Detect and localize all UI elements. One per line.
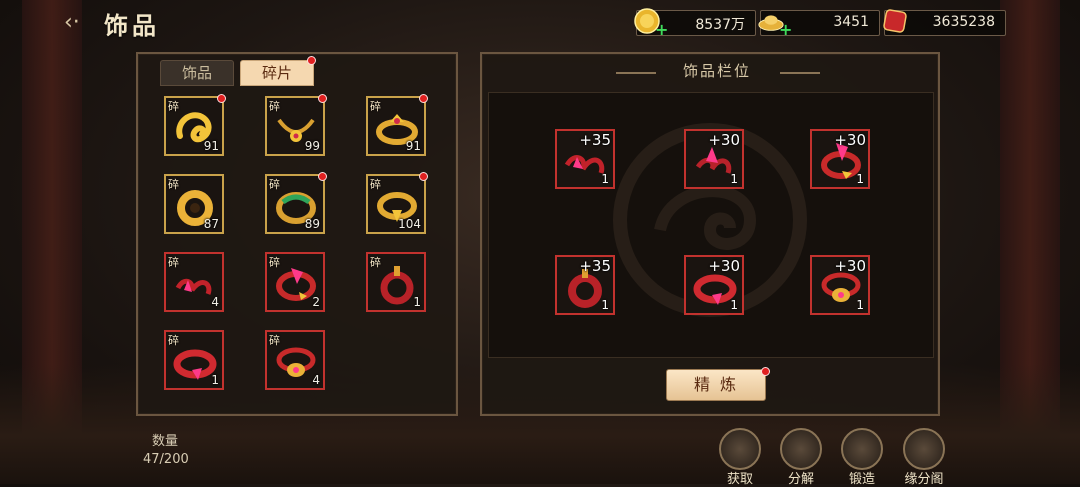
item-count: 99 bbox=[304, 139, 320, 153]
refine-button[interactable]: 精炼 bbox=[666, 369, 766, 401]
red-gem-value: 3635238 bbox=[932, 14, 995, 30]
inventory-item[interactable]: 碎 4 bbox=[265, 330, 325, 390]
quantity-value: 47/200 bbox=[143, 452, 189, 467]
add-gold-icon[interactable]: + bbox=[655, 22, 668, 38]
inventory-item[interactable]: 碎 99 bbox=[265, 94, 327, 156]
decompose-icon bbox=[780, 428, 822, 470]
refine-dot bbox=[761, 367, 770, 376]
inventory-item[interactable]: 碎 91 bbox=[366, 94, 428, 156]
item-dot bbox=[419, 172, 428, 181]
fragment-grid: 碎 91 碎 99 碎 91 碎 87 碎 89 碎 104 碎 4 碎 2 碎… bbox=[140, 88, 450, 402]
ingot-resource: + 3451 bbox=[758, 10, 880, 38]
slot-level: +35 bbox=[579, 257, 611, 275]
decompose-button[interactable]: 分解 bbox=[779, 428, 823, 487]
inventory-item[interactable]: 碎 91 bbox=[164, 94, 226, 156]
inventory-item[interactable]: 碎 87 bbox=[164, 174, 224, 234]
item-count: 1 bbox=[211, 373, 219, 387]
item-dot bbox=[318, 94, 327, 103]
inventory-item[interactable]: 碎 1 bbox=[164, 330, 224, 390]
slot-count: 1 bbox=[730, 172, 738, 186]
ingot-value: 3451 bbox=[833, 14, 869, 30]
forge-button[interactable]: 锻造 bbox=[840, 428, 884, 487]
item-dot bbox=[217, 94, 226, 103]
slot-count: 1 bbox=[856, 172, 864, 186]
pavilion-icon bbox=[903, 428, 945, 470]
obtain-button[interactable]: 获取 bbox=[718, 428, 762, 487]
item-count: 2 bbox=[312, 295, 320, 309]
slot-level: +30 bbox=[834, 257, 866, 275]
forge-label: 锻造 bbox=[848, 472, 875, 487]
slot-level: +35 bbox=[579, 131, 611, 149]
decompose-label: 分解 bbox=[787, 472, 814, 487]
title-ornament-right bbox=[780, 72, 820, 74]
slot-level: +30 bbox=[708, 131, 740, 149]
item-dot bbox=[318, 172, 327, 181]
obtain-label: 获取 bbox=[726, 472, 753, 487]
item-count: 91 bbox=[405, 139, 421, 153]
obtain-icon bbox=[719, 428, 761, 470]
add-ingot-icon[interactable]: + bbox=[779, 22, 792, 38]
pavilion-label: 缘分阁 bbox=[904, 472, 944, 487]
item-count: 4 bbox=[211, 295, 219, 309]
equip-slot[interactable]: +30 1 bbox=[684, 129, 744, 189]
item-count: 91 bbox=[203, 139, 219, 153]
item-count: 87 bbox=[203, 217, 219, 231]
item-count: 89 bbox=[304, 217, 320, 231]
slot-count: 1 bbox=[856, 298, 864, 312]
tab-fragments-dot bbox=[307, 56, 316, 65]
tab-fragments[interactable]: 碎片 bbox=[240, 60, 314, 86]
slot-count: 1 bbox=[601, 298, 609, 312]
equip-slot[interactable]: +35 1 bbox=[555, 129, 615, 189]
title-ornament-left bbox=[616, 72, 656, 74]
slot-count: 1 bbox=[601, 172, 609, 186]
gold-resource: + 8537万 bbox=[634, 8, 756, 38]
equip-slot[interactable]: +30 1 bbox=[810, 129, 870, 189]
red-gem-resource: 3635238 bbox=[883, 9, 1006, 36]
tab-accessories[interactable]: 饰品 bbox=[160, 60, 234, 86]
item-count: 104 bbox=[398, 217, 421, 231]
page-title: 饰品 bbox=[104, 12, 160, 40]
quantity-label: 数量 bbox=[152, 434, 179, 449]
slot-level: +30 bbox=[708, 257, 740, 275]
inventory-item[interactable]: 碎 2 bbox=[265, 252, 325, 312]
gold-value: 8537万 bbox=[695, 17, 745, 33]
equip-slot[interactable]: +35 1 bbox=[555, 255, 615, 315]
slots-title: 饰品栏位 bbox=[682, 62, 751, 80]
red-gem-icon bbox=[883, 9, 907, 33]
item-dot bbox=[419, 94, 428, 103]
item-count: 4 bbox=[312, 373, 320, 387]
slot-level: +30 bbox=[834, 131, 866, 149]
inventory-item[interactable]: 碎 4 bbox=[164, 252, 224, 312]
equip-slot[interactable]: +30 1 bbox=[684, 255, 744, 315]
forge-hammer-icon bbox=[841, 428, 883, 470]
item-count: 1 bbox=[413, 295, 421, 309]
inventory-item[interactable]: 碎 104 bbox=[366, 172, 428, 234]
pavilion-button[interactable]: 缘分阁 bbox=[902, 428, 946, 487]
slot-count: 1 bbox=[730, 298, 738, 312]
inventory-item[interactable]: 碎 1 bbox=[366, 252, 426, 312]
inventory-item[interactable]: 碎 89 bbox=[265, 172, 327, 234]
equip-slot[interactable]: +30 1 bbox=[810, 255, 870, 315]
back-arrow-icon[interactable]: ‹· bbox=[64, 10, 90, 36]
